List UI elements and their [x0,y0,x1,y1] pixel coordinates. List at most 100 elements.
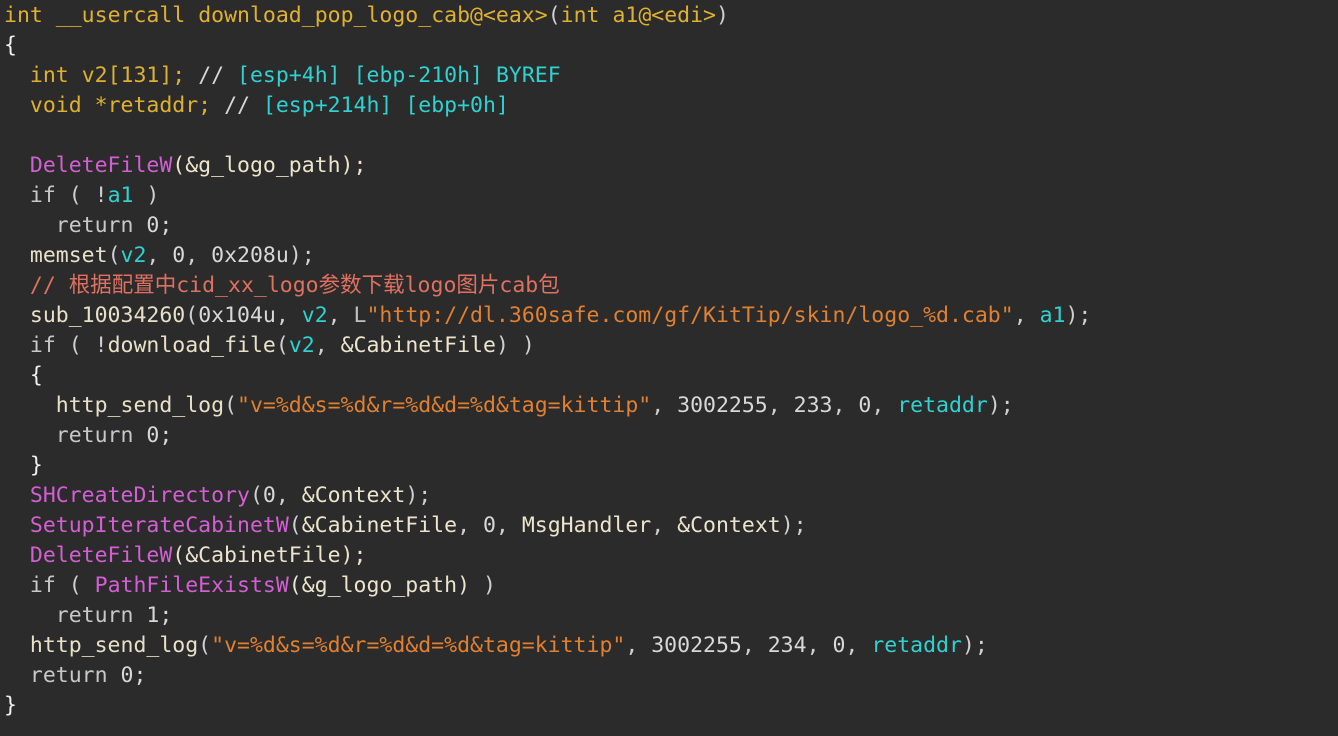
arg-cabinetfile[interactable]: &CabinetFile [341,333,496,358]
code-line-14[interactable]: http_send_log("v=%d&s=%d&r=%d&d=%d&tag=k… [0,391,1338,421]
open-paren: ( [547,3,561,28]
string-literal-url[interactable]: "http://dl.360safe.com/gf/KitTip/skin/lo… [366,303,1013,328]
close-paren: ); [780,513,807,538]
code-line-13[interactable]: { [0,361,1338,391]
close-paren: ) [716,3,729,28]
call-args[interactable]: (&CabinetFile); [172,543,366,568]
close-paren: ); [961,633,988,658]
separator: , [146,243,173,268]
call-args[interactable]: (&g_logo_path) [289,573,470,598]
call-args[interactable]: (&g_logo_path); [172,153,366,178]
arg-context[interactable]: &Context [302,483,406,508]
code-line-4[interactable]: void *retaddr; // [esp+214h] [ebp+0h] [0,91,1338,121]
code-line-7[interactable]: if ( !a1 ) [0,181,1338,211]
args-open: ( [275,333,289,358]
close-paren: ); [1065,303,1092,328]
keyword-void: void [29,93,82,118]
function-memset[interactable]: memset [30,243,108,268]
code-line-17[interactable]: SHCreateDirectory(0, &Context); [0,481,1338,511]
api-setupiteratecabinetw[interactable]: SetupIterateCabinetW [30,513,289,538]
code-line-23[interactable]: return 0; [0,661,1338,691]
arg-name[interactable]: a1@<edi> [612,3,716,28]
arg-v2[interactable]: v2 [121,243,147,268]
arg-v2[interactable]: v2 [289,333,315,358]
arg-msghandler[interactable]: MsgHandler [522,513,651,538]
not-operator: ! [94,183,108,208]
code-line-22[interactable]: http_send_log("v=%d&s=%d&r=%d&d=%d&tag=k… [0,631,1338,661]
open-paren: ( [185,303,199,328]
separator: , [845,633,872,658]
stack-offset-ebp: [ebp+0h] [405,93,509,118]
keyword-return: return [29,663,108,688]
separator: , [495,513,522,538]
code-line-5-blank [0,121,1338,151]
pseudocode-view[interactable]: int __usercall download_pop_logo_cab@<ea… [0,0,1338,736]
api-deletefilew[interactable]: DeleteFileW [30,153,172,178]
arg-retaddr[interactable]: retaddr [871,633,962,658]
code-line-21[interactable]: return 1; [0,601,1338,631]
open-paren: ( [198,633,212,658]
stack-offset-esp: [esp+214h] [262,93,393,118]
api-pathfileexistsw[interactable]: PathFileExistsW [95,573,289,598]
string-literal-log[interactable]: "v=%d&s=%d&r=%d&d=%d&tag=kittip" [211,633,625,658]
arg-var-a1[interactable]: a1 [108,183,134,208]
arg-v2[interactable]: v2 [302,303,328,328]
code-line-8[interactable]: return 0; [0,211,1338,241]
string-literal-log[interactable]: "v=%d&s=%d&r=%d&d=%d&tag=kittip" [237,393,651,418]
local-var-retaddr[interactable]: *retaddr; [95,93,212,118]
code-line-20[interactable]: if ( PathFileExistsW(&g_logo_path) ) [0,571,1338,601]
local-var-v2[interactable]: v2[131]; [82,63,186,88]
keyword-if: if [29,333,56,358]
code-line-19[interactable]: DeleteFileW(&CabinetFile); [0,541,1338,571]
code-line-9[interactable]: memset(v2, 0, 0x208u); [0,241,1338,271]
arg-context[interactable]: &Context [677,513,781,538]
function-download-file[interactable]: download_file [108,333,276,358]
open-paren: ( [249,483,263,508]
code-line-12[interactable]: if ( !download_file(v2, &CabinetFile) ) [0,331,1338,361]
arg-cabinetfile[interactable]: &CabinetFile [302,513,457,538]
code-line-24[interactable]: } [0,691,1338,721]
code-line-15[interactable]: return 0; [0,421,1338,451]
code-line-10[interactable]: // 根据配置中cid_xx_logo参数下载logo图片cab包 [0,271,1338,301]
separator: , [651,393,678,418]
open-paren: ( [68,333,95,358]
function-name[interactable]: download_pop_logo_cab@<eax> [198,3,548,28]
close-brace: } [29,453,43,478]
separator: , [275,303,302,328]
arg-a1[interactable]: a1 [1040,303,1066,328]
chinese-comment[interactable]: // 根据配置中cid_xx_logo参数下载logo图片cab包 [30,273,560,298]
code-line-2[interactable]: { [0,31,1338,61]
api-deletefilew[interactable]: DeleteFileW [30,543,172,568]
function-http-send-log[interactable]: http_send_log [30,633,198,658]
api-shcreatedirectory[interactable]: SHCreateDirectory [30,483,250,508]
function-http-send-log[interactable]: http_send_log [56,393,224,418]
separator: , [625,633,652,658]
code-line-18[interactable]: SetupIterateCabinetW(&CabinetFile, 0, Ms… [0,511,1338,541]
code-line-16[interactable]: } [0,451,1338,481]
separator: , [457,513,483,538]
arg-retaddr[interactable]: retaddr [897,393,988,418]
code-line-11[interactable]: sub_10034260(0x104u, v2, L"http://dl.360… [0,301,1338,331]
function-sub-10034260[interactable]: sub_10034260 [30,303,185,328]
code-line-1[interactable]: int __usercall download_pop_logo_cab@<ea… [0,0,1338,31]
code-line-3[interactable]: int v2[131]; // [esp+4h] [ebp-210h] BYRE… [0,61,1338,91]
code-line-6[interactable]: DeleteFileW(&g_logo_path); [0,151,1338,181]
